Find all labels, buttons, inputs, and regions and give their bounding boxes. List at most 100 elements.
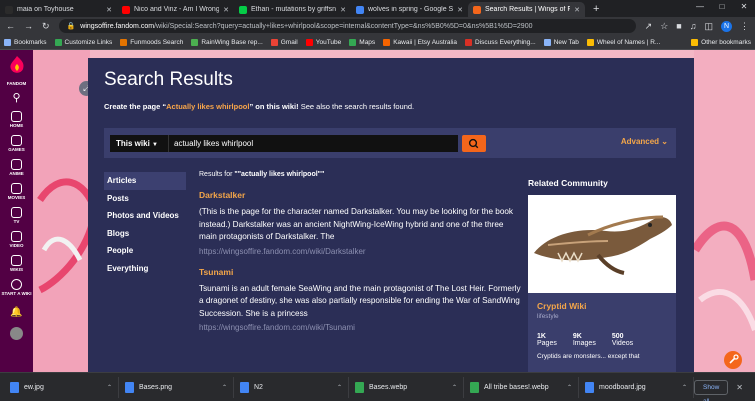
download-item[interactable]: Bases.webp ⌃ (349, 376, 464, 398)
chevron-up-icon[interactable]: ⌃ (222, 384, 227, 391)
create-page-link[interactable]: Actually likes whirlpool (166, 102, 249, 111)
rail-home-icon (11, 111, 22, 122)
media-icon[interactable]: ♫ (690, 21, 697, 31)
nav-item-blogs[interactable]: Blogs (104, 225, 186, 243)
bookmark-item[interactable]: Discuss Everything... (465, 38, 536, 46)
bookmark-item[interactable]: Kawaii | Etsy Australia (383, 38, 457, 46)
bookmark-favicon-icon (465, 38, 473, 46)
search-button[interactable] (462, 135, 486, 152)
bookmark-item[interactable]: Customize Links (54, 38, 112, 46)
rail-item-tv[interactable]: TV (11, 207, 22, 224)
browser-tab[interactable]: Search Results | Wings of Fire Wi✕ (468, 2, 585, 17)
chevron-up-icon[interactable]: ⌃ (682, 384, 687, 391)
close-tab-icon[interactable]: ✕ (574, 6, 580, 14)
close-window-button[interactable]: ✕ (733, 0, 755, 14)
bookmark-item[interactable]: Bookmarks (4, 38, 47, 46)
download-filename: All tribe bases!.webp (484, 383, 549, 391)
rail-item-start-a-wiki[interactable]: START A WIKI (1, 279, 32, 296)
other-bookmarks[interactable]: Other bookmarks (691, 38, 751, 46)
browser-tab[interactable]: maia on Toyhouse ✕ (0, 2, 117, 17)
rail-item-video[interactable]: VIDEO (9, 231, 24, 248)
close-tab-icon[interactable]: ✕ (106, 6, 112, 14)
close-tab-icon[interactable]: ✕ (457, 6, 463, 14)
result-title[interactable]: Tsunami (199, 267, 521, 277)
bookmark-item[interactable]: Funmoods Search (120, 38, 183, 46)
search-input[interactable]: actually likes whirlpool (168, 135, 458, 152)
browser-tab[interactable]: wolves in spring - Google Search✕ (351, 2, 468, 17)
browser-tab[interactable]: Ethan - mutations by griffsnuff ✕ (234, 2, 351, 17)
rail-item-anime[interactable]: ANIME (9, 159, 24, 176)
maximize-button[interactable]: □ (711, 0, 733, 14)
chevron-up-icon[interactable]: ⌃ (107, 384, 112, 391)
tab-favicon-icon (5, 5, 13, 14)
address-bar[interactable]: 🔒 wingsoffire.fandom.com/wiki/Special:Se… (58, 19, 636, 33)
bookmark-favicon-icon (4, 38, 11, 46)
download-item[interactable]: Bases.png ⌃ (119, 376, 234, 398)
close-tab-icon[interactable]: ✕ (223, 6, 229, 14)
create-prefix: Create the page “ (104, 102, 167, 111)
page-title: Search Results (104, 69, 233, 90)
bookmark-label: Gmail (280, 38, 298, 46)
show-all-downloads-button[interactable]: Show all (694, 379, 729, 401)
nav-item-photos-and-videos[interactable]: Photos and Videos (104, 207, 186, 225)
download-item[interactable]: moodboard.jpg ⌃ (579, 376, 694, 398)
scope-dropdown[interactable]: This wiki ▼ (110, 135, 168, 152)
chevron-up-icon[interactable]: ⌃ (567, 384, 572, 391)
file-icon (585, 381, 594, 393)
result-url[interactable]: https://wingsoffire.fandom.com/wiki/Tsun… (199, 323, 521, 332)
profile-avatar[interactable]: N (721, 20, 732, 32)
bookmark-item[interactable]: YouTube (305, 38, 341, 46)
wrench-icon (729, 354, 739, 364)
bookmark-item[interactable]: Gmail (270, 38, 298, 46)
bookmark-item[interactable]: Maps (349, 38, 375, 46)
download-filename: moodboard.jpg (599, 383, 646, 391)
reload-icon[interactable]: ↻ (42, 21, 50, 32)
community-image[interactable] (528, 195, 676, 293)
stat-number: 1K (537, 333, 546, 340)
rail-item-movies[interactable]: MOVIES (7, 183, 26, 200)
chevron-up-icon[interactable]: ⌃ (452, 384, 457, 391)
rail-item-home[interactable]: HOME (10, 111, 23, 128)
bookmark-star-icon[interactable]: ☆ (660, 21, 668, 32)
result-url[interactable]: https://wingsoffire.fandom.com/wiki/Dark… (199, 247, 521, 256)
close-shelf-icon[interactable]: ✕ (728, 383, 751, 392)
nav-item-posts[interactable]: Posts (104, 190, 186, 208)
search-icon[interactable]: ⚲ (12, 91, 20, 104)
forward-icon[interactable]: → (24, 21, 33, 31)
browser-tab[interactable]: Nico and Vinz - Am I Wrong ✕ (117, 2, 234, 17)
close-tab-icon[interactable]: ✕ (340, 6, 346, 14)
minimize-button[interactable]: — (689, 0, 711, 14)
extensions-icon[interactable]: ■ (676, 21, 681, 31)
rail-item-games[interactable]: GAMES (8, 135, 25, 152)
wiki-tools-button[interactable] (724, 351, 742, 369)
tab-title: Ethan - mutations by griffsnuff (251, 6, 337, 13)
nav-item-people[interactable]: People (104, 242, 186, 260)
menu-icon[interactable]: ⋮ (740, 21, 749, 32)
sidepanel-icon[interactable]: ◫ (704, 21, 713, 32)
bookmark-item[interactable]: Wheel of Names | R... (586, 38, 660, 46)
new-tab-button[interactable]: + (585, 2, 607, 17)
lock-icon[interactable]: 🔒 (67, 22, 76, 30)
bookmark-item[interactable]: RainWing Base rep... (191, 38, 263, 46)
download-item[interactable]: N2 ⌃ (234, 376, 349, 398)
user-avatar[interactable] (10, 327, 23, 340)
tab-title: Nico and Vinz - Am I Wrong (134, 6, 220, 13)
community-name[interactable]: Cryptid Wiki (537, 301, 667, 311)
nav-item-articles[interactable]: Articles (104, 172, 186, 190)
result-snippet: Tsunami is an adult female SeaWing and t… (199, 283, 521, 318)
chevron-up-icon[interactable]: ⌃ (337, 384, 342, 391)
rail-item-wikis[interactable]: WIKIS (10, 255, 23, 272)
advanced-toggle[interactable]: Advanced ⌄ (621, 137, 668, 146)
fandom-logo-icon[interactable] (9, 56, 25, 74)
nav-item-everything[interactable]: Everything (104, 260, 186, 278)
rail-item-label: MOVIES (7, 195, 26, 200)
back-icon[interactable]: ← (6, 21, 15, 31)
download-item[interactable]: All tribe bases!.webp ⌃ (464, 376, 579, 398)
related-heading: Related Community (528, 178, 608, 188)
notifications-icon[interactable]: 🔔 (10, 307, 22, 318)
share-icon[interactable]: ↗ (645, 21, 653, 32)
download-item[interactable]: ew.jpg ⌃ (4, 376, 119, 398)
bookmark-favicon-icon (54, 38, 62, 46)
bookmark-item[interactable]: New Tab (543, 38, 579, 46)
result-title[interactable]: Darkstalker (199, 190, 521, 200)
